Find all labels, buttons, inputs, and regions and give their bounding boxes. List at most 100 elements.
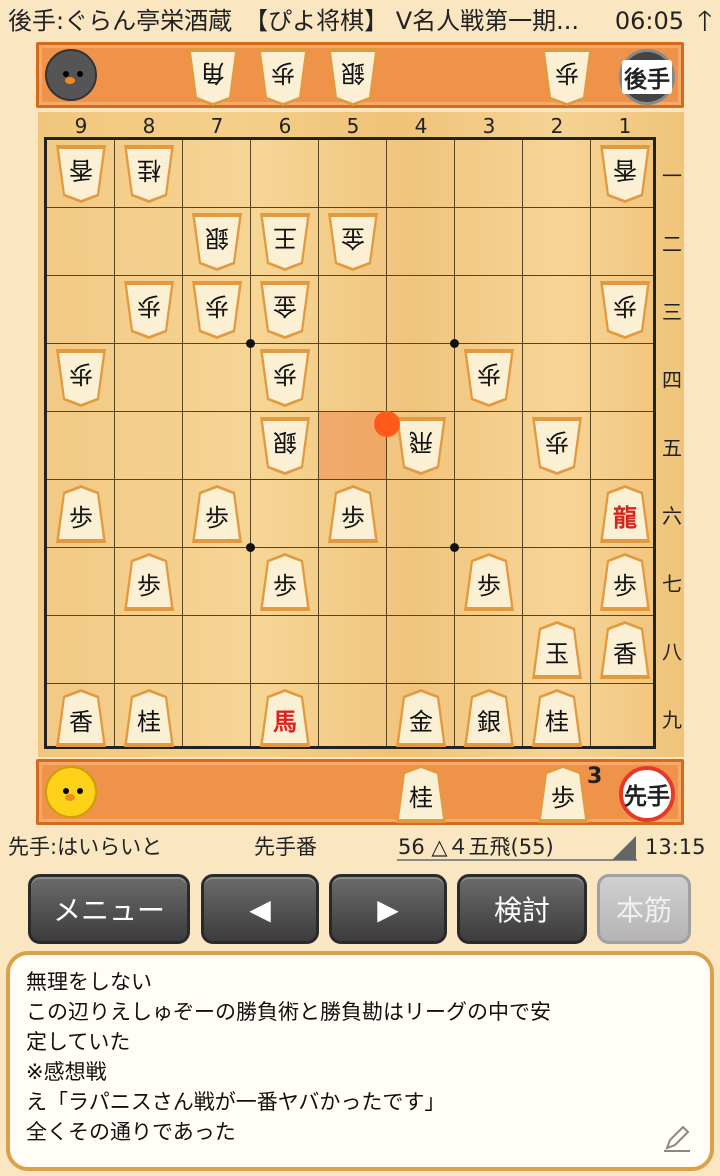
gote-hand-piece[interactable]: 歩 [255, 45, 311, 109]
shogi-board[interactable]: 香桂香銀王金歩歩金歩歩歩歩銀飛歩歩歩歩龍歩歩歩歩玉香香桂馬金銀桂 [44, 137, 656, 749]
rank-label: 五 [662, 436, 682, 460]
comment-box[interactable]: 無理をしない この辺りえしゅぞーの勝負術と勝負勘はリーグの中で安 定していた ※… [6, 951, 714, 1171]
forward-button[interactable]: ▶ [329, 874, 447, 944]
piece-label: 桂 [409, 784, 433, 812]
board-piece[interactable]: 玉 [529, 618, 585, 682]
board-piece[interactable]: 歩 [597, 278, 653, 342]
file-label: 8 [142, 114, 156, 138]
grid-line [454, 140, 455, 746]
clock-time: 06:05 [614, 7, 684, 35]
piece-label: 銀 [341, 59, 365, 87]
move-display[interactable]: 56 △４五飛(55) [398, 832, 554, 862]
board-piece[interactable]: 歩 [597, 550, 653, 614]
file-label: 2 [550, 114, 564, 138]
grid-line [47, 615, 653, 616]
up-arrow-icon[interactable]: 🡑 [697, 0, 712, 42]
sente-hand-piece[interactable]: 桂 [393, 762, 449, 826]
sente-player-name: 先手:はいらいと [8, 835, 163, 859]
comment-line: ※感想戦 [26, 1060, 107, 1084]
board-piece[interactable]: 香 [597, 618, 653, 682]
board-piece[interactable]: 歩 [325, 482, 381, 546]
gote-avatar-icon[interactable] [45, 49, 97, 101]
board-piece[interactable]: 馬 [257, 686, 313, 750]
comment-line: 全くその通りであった [26, 1120, 236, 1144]
piece-label: 歩 [137, 292, 161, 320]
file-label: 7 [210, 114, 224, 138]
star-point [246, 339, 255, 348]
board-piece[interactable]: 歩 [53, 346, 109, 410]
piece-label: 香 [69, 708, 93, 736]
board-piece[interactable]: 歩 [257, 550, 313, 614]
piece-label: 玉 [545, 640, 569, 668]
grid-line [250, 140, 251, 746]
star-point [450, 339, 459, 348]
board-piece[interactable]: 桂 [121, 686, 177, 750]
piece-label: 金 [409, 708, 433, 736]
piece-label: 香 [613, 640, 637, 668]
gote-hand-piece[interactable]: 角 [185, 45, 241, 109]
pencil-icon[interactable] [662, 1123, 692, 1153]
board-piece[interactable]: 歩 [189, 482, 245, 546]
grid-line [47, 275, 653, 276]
rank-label: 九 [662, 708, 682, 732]
board-piece[interactable]: 龍 [597, 482, 653, 546]
board-piece[interactable]: 香 [53, 142, 109, 206]
board-piece[interactable]: 王 [257, 210, 313, 274]
piece-label: 龍 [613, 503, 637, 532]
board-piece[interactable]: 歩 [461, 550, 517, 614]
board-piece[interactable]: 歩 [53, 482, 109, 546]
grid-line [182, 140, 183, 746]
piece-label: 角 [201, 59, 225, 87]
board-piece[interactable]: 銀 [461, 686, 517, 750]
board-piece[interactable]: 歩 [529, 414, 585, 478]
board-piece[interactable]: 桂 [121, 142, 177, 206]
file-label: 3 [482, 114, 496, 138]
piece-label: 馬 [273, 707, 297, 736]
piece-label: 金 [341, 224, 365, 252]
gote-hand-piece[interactable]: 歩 [539, 45, 595, 109]
piece-label: 飛 [409, 428, 433, 456]
move-clock: 13:15 [645, 835, 706, 859]
board-piece[interactable]: 金 [325, 210, 381, 274]
piece-label: 王 [273, 224, 297, 252]
gote-badge: 後手 [619, 49, 675, 105]
sente-hand-panel: 3 先手 桂歩 [36, 759, 684, 825]
piece-label: 香 [613, 156, 637, 184]
star-point [450, 543, 459, 552]
last-move-marker [374, 411, 400, 437]
piece-label: 銀 [273, 428, 297, 456]
board-piece[interactable]: 金 [257, 278, 313, 342]
star-point [246, 543, 255, 552]
board-piece[interactable]: 歩 [121, 550, 177, 614]
gote-hand-piece[interactable]: 銀 [325, 45, 381, 109]
board-piece[interactable]: 歩 [257, 346, 313, 410]
piece-label: 歩 [69, 360, 93, 388]
comment-line: この辺りえしゅぞーの勝負術と勝負勘はリーグの中で安 [26, 1000, 551, 1024]
grid-line [47, 207, 653, 208]
grid-line [522, 140, 523, 746]
move-underline [397, 859, 637, 861]
board-piece[interactable]: 香 [597, 142, 653, 206]
grid-line [47, 683, 653, 684]
board-piece[interactable]: 香 [53, 686, 109, 750]
piece-label: 香 [69, 156, 93, 184]
sente-hand-piece[interactable]: 歩 [535, 762, 591, 826]
dropdown-triangle-icon[interactable] [612, 836, 636, 860]
board-piece[interactable]: 金 [393, 686, 449, 750]
grid-line [47, 479, 653, 480]
board-piece[interactable]: 歩 [189, 278, 245, 342]
analyze-button[interactable]: 検討 [457, 874, 587, 944]
board-piece[interactable]: 飛 [393, 414, 449, 478]
menu-button[interactable]: メニュー [28, 874, 190, 944]
board-piece[interactable]: 銀 [257, 414, 313, 478]
file-label: 4 [414, 114, 428, 138]
comment-line: 定していた [26, 1030, 131, 1054]
board-piece[interactable]: 銀 [189, 210, 245, 274]
comment-line: 無理をしない [26, 970, 152, 994]
board-piece[interactable]: 桂 [529, 686, 585, 750]
board-piece[interactable]: 歩 [121, 278, 177, 342]
board-piece[interactable]: 歩 [461, 346, 517, 410]
back-button[interactable]: ◀ [201, 874, 319, 944]
sente-avatar-icon[interactable] [45, 766, 97, 818]
mainline-button[interactable]: 本筋 [597, 874, 691, 944]
